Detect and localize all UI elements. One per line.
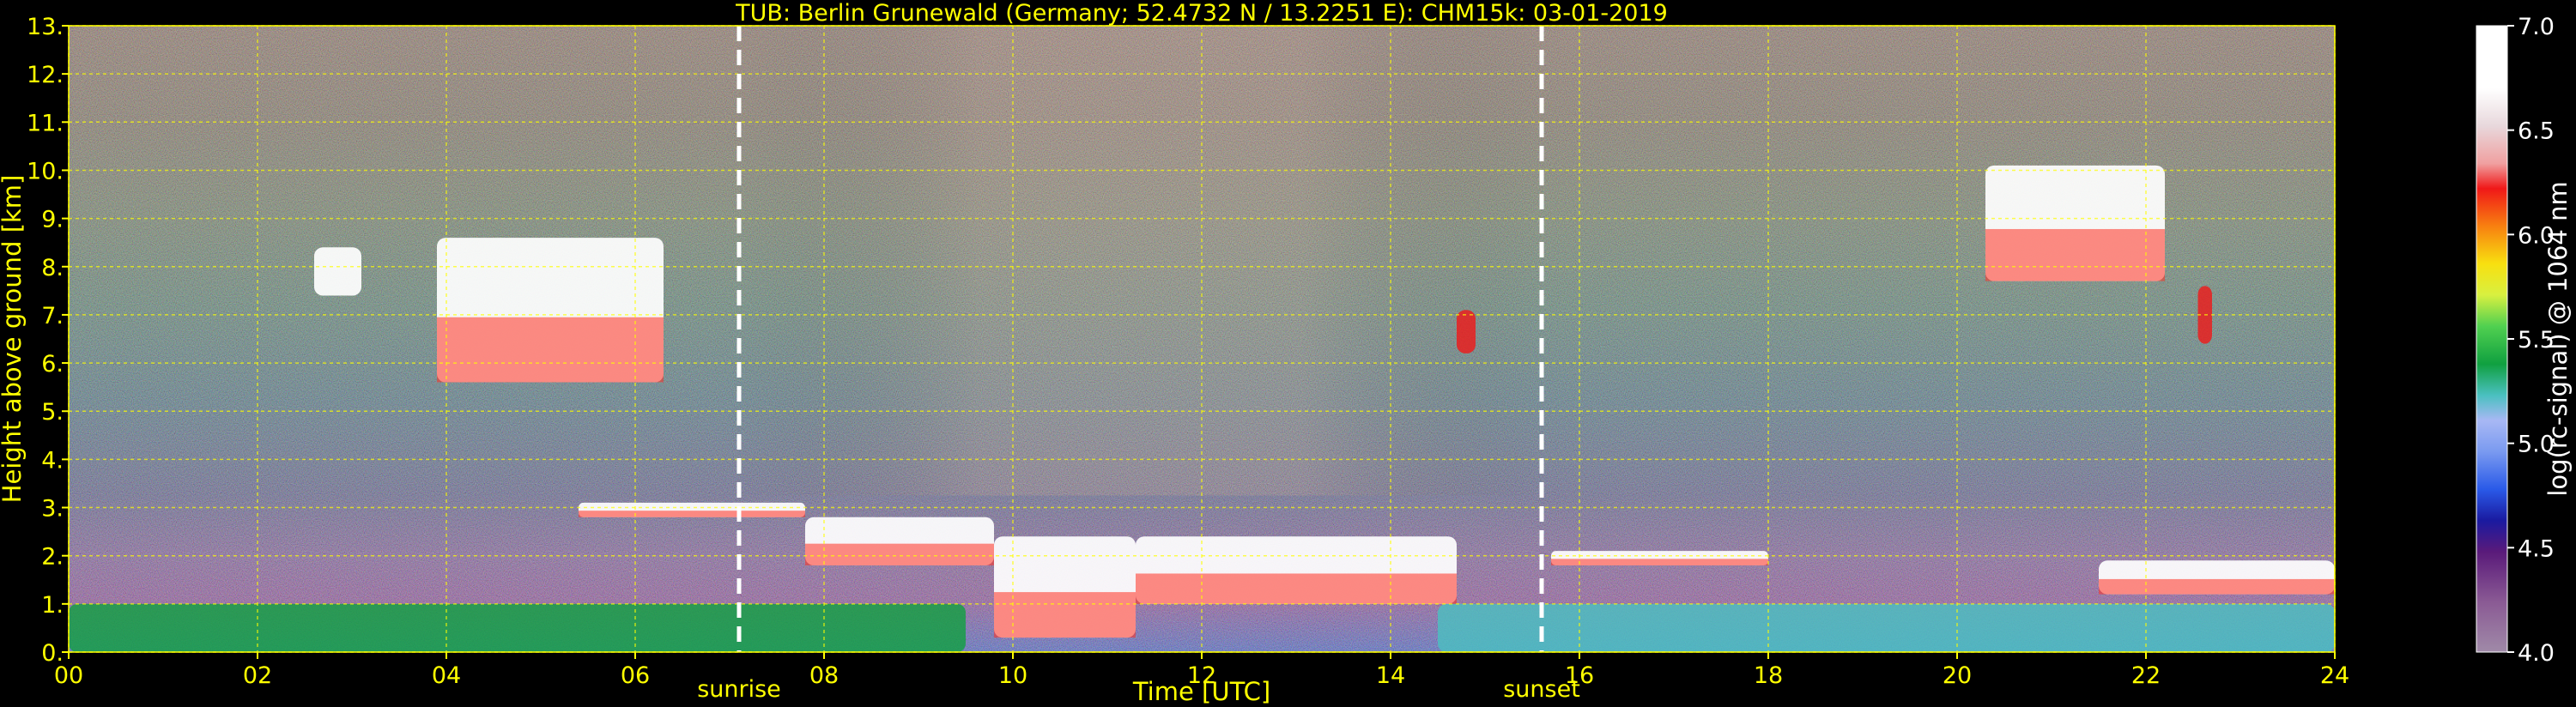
- y-tick-label: 12.: [27, 62, 64, 88]
- feature-edge-5: [579, 511, 805, 517]
- y-tick-label: 3.: [41, 496, 64, 523]
- y-tick-label: 6.: [41, 351, 64, 378]
- x-tick-label: 08: [809, 662, 839, 689]
- y-tick-label: 7.: [41, 303, 64, 329]
- marker-label-sunrise: sunrise: [697, 676, 781, 703]
- y-axis-label: Height above ground [km]: [0, 175, 27, 504]
- feature-edge-10: [2099, 578, 2335, 595]
- lidar-chart: TUB: Berlin Grunewald (Germany; 52.4732 …: [0, 0, 2573, 706]
- y-tick-label: 11.: [27, 110, 64, 136]
- x-tick-label: 18: [1754, 662, 1783, 689]
- feature-edge-6: [805, 543, 994, 565]
- colorbar-tick-label: 4.5: [2518, 535, 2555, 562]
- chart-title: TUB: Berlin Grunewald (Germany; 52.4732 …: [735, 0, 1668, 27]
- feature-edge-1: [437, 317, 664, 383]
- colorbar-label: log(rc-signal) @ 1064 nm: [2543, 181, 2573, 496]
- y-tick-label: 2.: [41, 544, 64, 571]
- y-tick-label: 4.: [41, 447, 64, 474]
- colorbar-tick-label: 6.5: [2518, 118, 2555, 145]
- x-tick-label: 20: [1943, 662, 1972, 689]
- y-tick-label: 8.: [41, 255, 64, 281]
- feature-edge-7: [994, 592, 1136, 638]
- x-tick-label: 06: [621, 662, 650, 689]
- x-tick-label: 04: [432, 662, 461, 689]
- feature-0: [314, 247, 361, 296]
- colorbar-tick-label: 4.0: [2518, 640, 2555, 667]
- y-tick-label: 10.: [27, 158, 64, 184]
- x-tick-label: 10: [998, 662, 1027, 689]
- x-tick-label: 14: [1376, 662, 1405, 689]
- x-axis-ticks: 00 02 04 06 08 10 12 14 16 18 20 22 24: [54, 652, 2349, 689]
- y-axis-ticks: 0. 1. 2. 3. 4. 5. 6. 7. 8. 9. 10. 11. 12. 13.: [27, 14, 69, 667]
- colorbar-gradient: [2476, 26, 2507, 652]
- feature-edge-8: [1136, 573, 1457, 604]
- feature-12: [1438, 603, 2335, 652]
- y-tick-label: 9.: [41, 207, 64, 233]
- feature-edge-9: [1551, 559, 1768, 565]
- feature-2: [1457, 310, 1476, 354]
- y-tick-label: 5.: [41, 399, 64, 426]
- y-tick-label: 1.: [41, 592, 64, 619]
- plot-area: [68, 25, 2336, 653]
- colorbar-tick-label: 7.0: [2518, 14, 2555, 40]
- x-tick-label: 02: [243, 662, 272, 689]
- x-tick-label: 12: [1187, 662, 1216, 689]
- x-tick-label: 22: [2131, 662, 2161, 689]
- x-tick-label: 24: [2320, 662, 2349, 689]
- feature-edge-3: [1985, 228, 2165, 281]
- marker-label-sunset: sunset: [1503, 676, 1580, 703]
- y-tick-label: 13.: [27, 14, 64, 40]
- y-tick-label: 0.: [41, 640, 64, 667]
- feature-11: [69, 603, 966, 652]
